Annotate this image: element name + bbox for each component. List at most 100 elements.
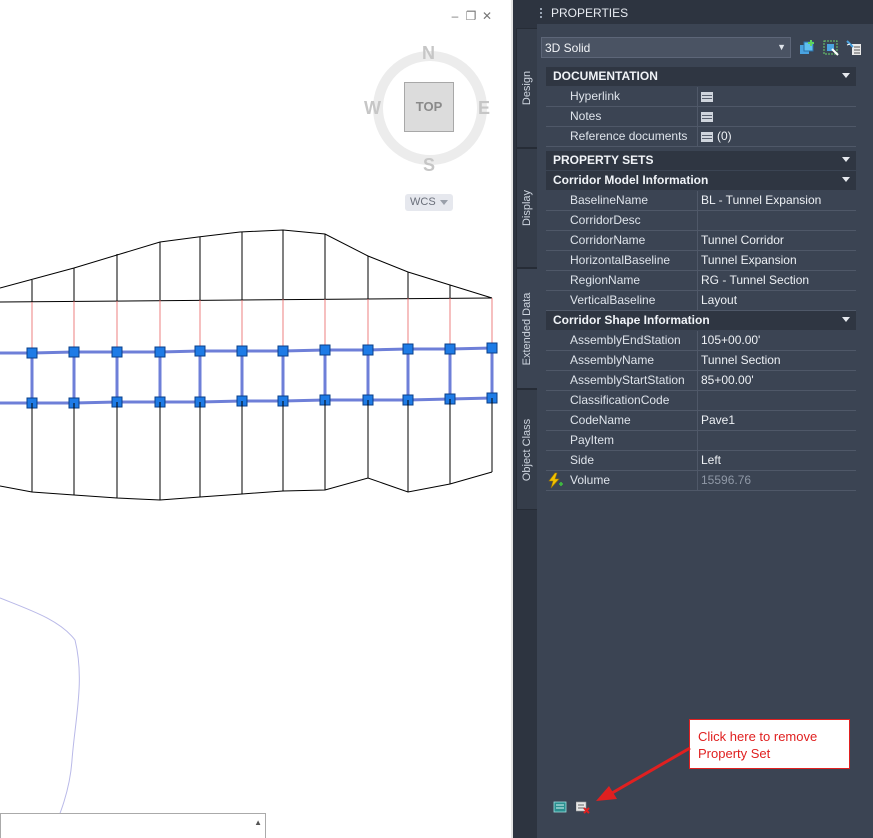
compass-south-label[interactable]: S — [423, 155, 435, 176]
property-set-corridor-shape[interactable]: Corridor Shape Information — [546, 311, 856, 331]
viewcube[interactable]: N S E W TOP — [364, 40, 492, 176]
properties-palette: PROPERTIES Design Display Extended Data … — [513, 0, 873, 838]
property-row[interactable]: BaselineName BL - Tunnel Expansion — [546, 191, 856, 211]
property-row[interactable]: VerticalBaseline Layout — [546, 291, 856, 311]
property-row[interactable]: Reference documents (0) — [546, 127, 856, 147]
property-name: VerticalBaseline — [570, 293, 656, 307]
property-name: CorridorName — [570, 233, 646, 247]
callout-text: Click here to remove Property Set — [698, 729, 818, 761]
add-to-selection-icon[interactable] — [799, 40, 815, 56]
property-value[interactable]: (0) — [701, 129, 732, 143]
palette-tab-strip: Design Display Extended Data Object Clas… — [513, 24, 537, 838]
property-row[interactable]: ClassificationCode — [546, 391, 856, 411]
chevron-down-icon: ▼ — [777, 42, 786, 52]
compass-north-label[interactable]: N — [422, 43, 435, 64]
category-property-sets[interactable]: PROPERTY SETS — [546, 151, 856, 171]
property-row[interactable]: Hyperlink — [546, 87, 856, 107]
viewcube-top-face[interactable]: TOP — [404, 82, 454, 132]
property-row[interactable]: RegionName RG - Tunnel Section — [546, 271, 856, 291]
property-value[interactable]: BL - Tunnel Expansion — [701, 193, 821, 207]
property-name: Hyperlink — [570, 89, 621, 103]
chevron-down-icon — [440, 200, 448, 205]
grip-icon[interactable] — [540, 8, 546, 18]
category-documentation[interactable]: DOCUMENTATION — [546, 67, 856, 87]
property-row[interactable]: AssemblyEndStation 105+00.00' — [546, 331, 856, 351]
table-icon[interactable] — [701, 111, 713, 122]
object-type-select[interactable]: 3D Solid ▼ — [541, 37, 791, 58]
table-icon[interactable] — [701, 131, 713, 142]
property-value[interactable]: Layout — [701, 293, 737, 307]
tab-extended-data[interactable]: Extended Data — [516, 268, 537, 389]
palette-title-bar[interactable]: PROPERTIES — [513, 0, 873, 24]
compass-west-label[interactable]: W — [364, 98, 381, 119]
property-value-readonly: 15596.76 — [701, 473, 752, 487]
ucs-menu[interactable]: WCS — [405, 194, 453, 211]
property-set-corridor-model[interactable]: Corridor Model Information — [546, 171, 856, 191]
palette-title: PROPERTIES — [551, 6, 629, 20]
property-name: ClassificationCode — [570, 393, 670, 407]
property-row[interactable]: AssemblyStartStation 85+00.00' — [546, 371, 856, 391]
drawing-viewport[interactable]: N S E W TOP WCS – ❐ ✕ ▲ — [0, 0, 513, 838]
restore-icon[interactable]: ❐ — [465, 10, 477, 22]
property-name: BaselineName — [570, 193, 649, 207]
property-value[interactable]: Tunnel Section — [701, 353, 781, 367]
property-value[interactable]: 85+00.00' — [701, 373, 754, 387]
tab-object-class[interactable]: Object Class — [516, 389, 537, 510]
property-value[interactable] — [701, 109, 717, 123]
reference-count: (0) — [717, 129, 732, 143]
lower-vertical-lines — [31, 398, 493, 500]
property-row[interactable]: HorizontalBaseline Tunnel Expansion — [546, 251, 856, 271]
property-row[interactable]: Notes — [546, 107, 856, 127]
object-type-value: 3D Solid — [545, 41, 591, 55]
property-name: AssemblyEndStation — [570, 333, 681, 347]
viewcube-face-label: TOP — [415, 99, 443, 114]
tab-design[interactable]: Design — [516, 28, 537, 148]
property-name: Notes — [570, 109, 602, 123]
remove-property-set-icon[interactable] — [576, 800, 590, 814]
property-grid: DOCUMENTATION Hyperlink Notes Reference … — [546, 67, 856, 491]
property-name: PayItem — [570, 433, 615, 447]
minimize-icon[interactable]: – — [449, 10, 461, 22]
tab-display[interactable]: Display — [516, 148, 537, 268]
property-name: Reference documents — [570, 129, 688, 143]
quick-select-icon[interactable] — [846, 40, 862, 56]
property-name: Side — [570, 453, 595, 467]
collapse-icon[interactable] — [842, 73, 850, 78]
property-row[interactable]: Volume 15596.76 — [546, 471, 856, 491]
property-value[interactable]: Pave1 — [701, 413, 735, 427]
property-value[interactable]: Left — [701, 453, 721, 467]
property-value[interactable]: 105+00.00' — [701, 333, 760, 347]
compass-east-label[interactable]: E — [478, 98, 490, 119]
add-property-set-icon[interactable] — [553, 800, 567, 814]
property-name: CodeName — [570, 413, 631, 427]
property-value[interactable]: Tunnel Expansion — [701, 253, 797, 267]
property-row[interactable]: Side Left — [546, 451, 856, 471]
property-value[interactable]: RG - Tunnel Section — [701, 273, 809, 287]
collapse-icon[interactable] — [842, 317, 850, 322]
property-value[interactable] — [701, 89, 717, 103]
close-icon[interactable]: ✕ — [481, 10, 493, 22]
table-icon[interactable] — [701, 91, 713, 102]
property-value[interactable]: Tunnel Corridor — [701, 233, 784, 247]
property-name: RegionName — [570, 273, 641, 287]
boundary-curve — [0, 597, 80, 838]
command-line[interactable]: ▲ — [0, 813, 266, 838]
property-row[interactable]: PayItem — [546, 431, 856, 451]
property-name: AssemblyStartStation — [570, 373, 685, 387]
property-name: CorridorDesc — [570, 213, 641, 227]
expand-up-icon[interactable]: ▲ — [254, 818, 262, 827]
annotation-callout: Click here to remove Property Set — [689, 719, 850, 769]
collapse-icon[interactable] — [842, 157, 850, 162]
property-row[interactable]: CodeName Pave1 — [546, 411, 856, 431]
property-name: HorizontalBaseline — [570, 253, 671, 267]
property-row[interactable]: CorridorName Tunnel Corridor — [546, 231, 856, 251]
property-name: AssemblyName — [570, 353, 655, 367]
property-row[interactable]: CorridorDesc — [546, 211, 856, 231]
property-row[interactable]: AssemblyName Tunnel Section — [546, 351, 856, 371]
red-section-lines — [31, 298, 493, 353]
upper-vertical-lines — [31, 230, 451, 302]
select-objects-icon[interactable] — [823, 40, 839, 56]
collapse-icon[interactable] — [842, 177, 850, 182]
viewport-controls: – ❐ ✕ — [449, 10, 493, 22]
formula-property-icon — [548, 472, 563, 489]
